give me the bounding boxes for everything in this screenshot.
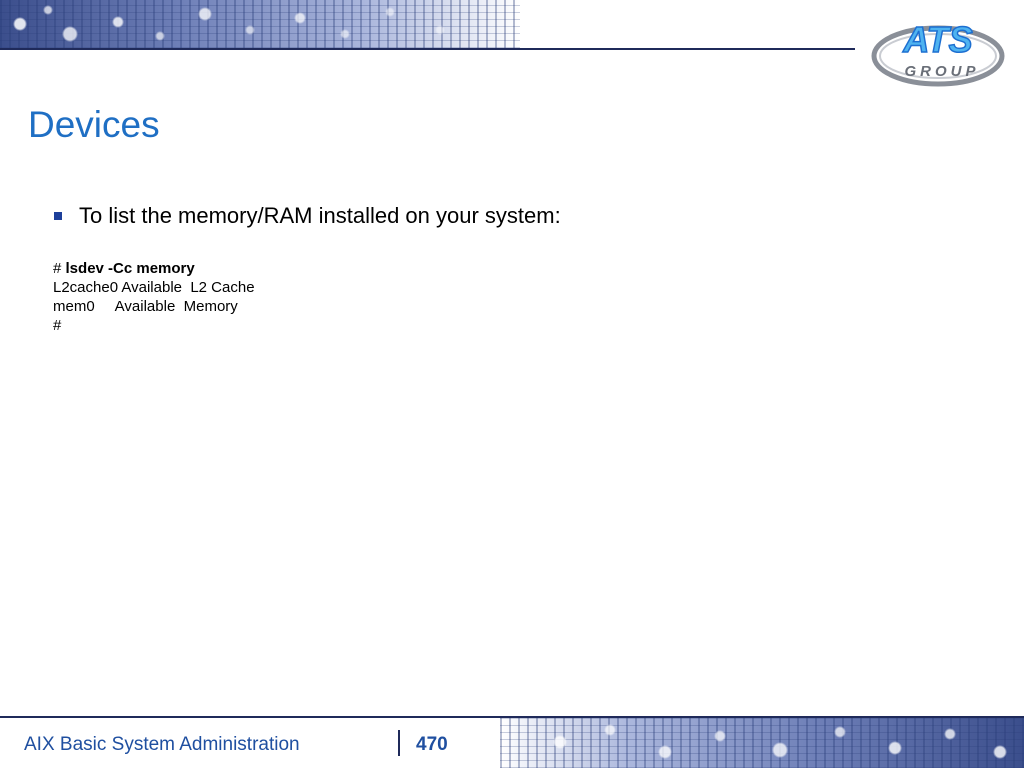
bullet-item: To list the memory/RAM installed on your… bbox=[54, 203, 561, 229]
header-decoration-band bbox=[0, 0, 520, 48]
footer-course-title: AIX Basic System Administration bbox=[24, 734, 300, 755]
output-line: L2cache0 Available L2 Cache bbox=[53, 279, 255, 296]
logo-sub-text: GROUP bbox=[904, 63, 979, 80]
logo-main-text: ATS bbox=[902, 19, 972, 60]
shell-prompt-end: # bbox=[53, 317, 62, 334]
logo-graphic: ATS GROUP bbox=[871, 18, 1005, 87]
command-line: # lsdev -Cc memory bbox=[53, 259, 255, 278]
command-text: lsdev -Cc memory bbox=[65, 260, 195, 277]
page-number: 470 bbox=[416, 734, 448, 755]
slide-title: Devices bbox=[28, 104, 160, 145]
bullet-text: To list the memory/RAM installed on your… bbox=[79, 203, 561, 228]
header-rule bbox=[0, 48, 855, 50]
square-bullet-icon bbox=[54, 212, 62, 220]
command-example: # lsdev -Cc memory L2cache0 Available L2… bbox=[53, 259, 255, 335]
footer-divider bbox=[398, 730, 400, 756]
ats-group-logo: ATS GROUP bbox=[868, 8, 1008, 92]
footer-decoration-band bbox=[500, 718, 1024, 768]
output-line: mem0 Available Memory bbox=[53, 298, 238, 315]
shell-prompt: # bbox=[53, 260, 62, 277]
